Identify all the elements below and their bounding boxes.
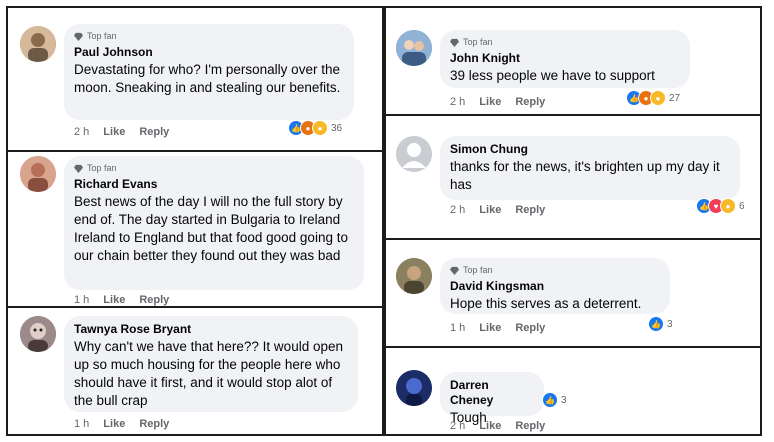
haha-reaction-icon: ● [312,120,328,136]
comment-bubble: Top fan David Kingsman Hope this serves … [440,258,670,314]
like-button[interactable]: Like [479,204,501,216]
haha-reaction-icon: ● [720,198,736,214]
reply-button[interactable]: Reply [515,420,545,432]
avatar[interactable] [396,370,432,406]
comment-actions: 1 h Like Reply [450,322,545,334]
comment-text: thanks for the news, it's brighten up my… [450,159,720,192]
reactions[interactable]: 👍 ● ● 27 [626,90,680,106]
reactions[interactable]: 👍 ● ● 36 [288,120,342,136]
diamond-icon [74,164,83,173]
comment-text: Devastating for who? I'm personally over… [74,62,341,95]
like-button[interactable]: Like [103,418,125,430]
like-button[interactable]: Like [103,294,125,306]
badge-label: Top fan [87,163,117,173]
reaction-count: 3 [667,318,673,330]
badge-label: Top fan [463,37,493,47]
comment-actions: 2 h Like Reply [74,126,169,138]
like-button[interactable]: Like [479,96,501,108]
comment-bubble: Darren Cheney Tough [440,372,544,425]
comment-actions: 1 h Like Reply [74,418,169,430]
comment-bubble: Tawnya Rose Bryant Why can't we have tha… [64,316,358,412]
comment-panel-david-kingsman: Top fan David Kingsman Hope this serves … [384,238,762,348]
diamond-icon [450,266,459,275]
reactions[interactable]: 👍 ♥ ● 6 [696,198,745,214]
reply-button[interactable]: Reply [139,294,169,306]
comment-panel-richard-evans: Top fan Richard Evans Best news of the d… [6,150,384,308]
diamond-icon [74,32,83,41]
reply-button[interactable]: Reply [139,126,169,138]
like-button[interactable]: Like [479,420,501,432]
reactions[interactable]: 👍 3 [542,392,567,408]
comment-panel-john-knight: Top fan John Knight 39 less people we ha… [384,6,762,116]
commenter-name[interactable]: John Knight [450,51,680,66]
reply-button[interactable]: Reply [139,418,169,430]
reactions[interactable]: 👍 3 [648,316,673,332]
timestamp[interactable]: 1 h [450,322,465,334]
top-fan-badge: Top fan [450,264,660,276]
avatar[interactable] [20,316,56,352]
comment-actions: 2 h Like Reply [450,420,545,432]
commenter-name[interactable]: David Kingsman [450,279,660,294]
comment-actions: 2 h Like Reply [450,96,545,108]
avatar[interactable] [20,156,56,192]
like-reaction-icon: 👍 [542,392,558,408]
top-fan-badge: Top fan [74,30,344,42]
top-fan-badge: Top fan [74,162,354,174]
commenter-name[interactable]: Paul Johnson [74,45,344,60]
commenter-name[interactable]: Simon Chung [450,142,730,157]
comment-bubble: Top fan Paul Johnson Devastating for who… [64,24,354,120]
commenter-name[interactable]: Richard Evans [74,177,354,192]
avatar[interactable] [20,26,56,62]
comment-actions: 1 h Like Reply [74,294,169,306]
top-fan-badge: Top fan [450,36,680,48]
badge-label: Top fan [463,265,493,275]
reply-button[interactable]: Reply [515,96,545,108]
comment-text: Hope this serves as a deterrent. [450,296,642,311]
avatar[interactable] [396,30,432,66]
comment-panel-paul-johnson: Top fan Paul Johnson Devastating for who… [6,6,384,152]
comment-text: Best news of the day I will no the full … [74,194,348,263]
comment-panel-tawnya-rose-bryant: Tawnya Rose Bryant Why can't we have tha… [6,306,384,436]
like-button[interactable]: Like [103,126,125,138]
reaction-count: 6 [739,200,745,212]
comment-bubble: Top fan John Knight 39 less people we ha… [440,30,690,88]
comment-bubble: Top fan Richard Evans Best news of the d… [64,156,364,290]
avatar[interactable] [396,136,432,172]
reaction-count: 3 [561,394,567,406]
commenter-name[interactable]: Darren Cheney [450,378,534,408]
reaction-count: 36 [331,122,343,134]
comment-text: Why can't we have that here?? It would o… [74,339,343,408]
comment-text: 39 less people we have to support [450,68,655,83]
timestamp[interactable]: 1 h [74,418,89,430]
reaction-count: 27 [669,92,681,104]
reply-button[interactable]: Reply [515,322,545,334]
comment-bubble: Simon Chung thanks for the news, it's br… [440,136,740,200]
comment-actions: 2 h Like Reply [450,204,545,216]
comment-panel-darren-cheney: Darren Cheney Tough 2 h Like Reply 👍 3 [384,346,762,436]
commenter-name[interactable]: Tawnya Rose Bryant [74,322,348,337]
timestamp[interactable]: 2 h [74,126,89,138]
timestamp[interactable]: 2 h [450,96,465,108]
comment-panel-simon-chung: Simon Chung thanks for the news, it's br… [384,114,762,240]
timestamp[interactable]: 2 h [450,204,465,216]
badge-label: Top fan [87,31,117,41]
timestamp[interactable]: 2 h [450,420,465,432]
reply-button[interactable]: Reply [515,204,545,216]
like-reaction-icon: 👍 [648,316,664,332]
like-button[interactable]: Like [479,322,501,334]
timestamp[interactable]: 1 h [74,294,89,306]
avatar[interactable] [396,258,432,294]
diamond-icon [450,38,459,47]
haha-reaction-icon: ● [650,90,666,106]
